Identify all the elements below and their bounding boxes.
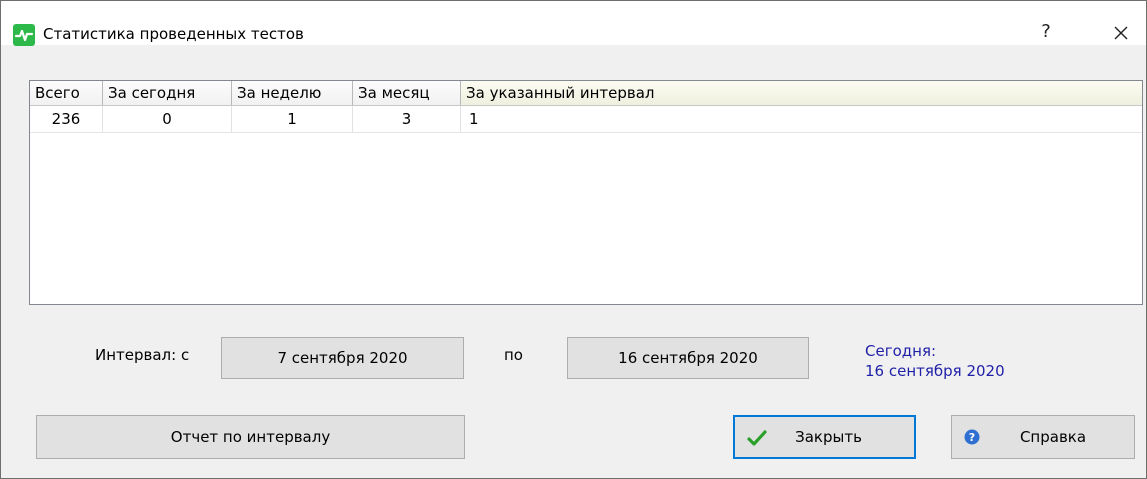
- close-title-button[interactable]: [1101, 17, 1141, 47]
- column-header-total[interactable]: Всего: [30, 81, 103, 105]
- cell-today: 0: [103, 106, 232, 132]
- stats-table[interactable]: Всего За сегодня За неделю За месяц За у…: [29, 80, 1143, 305]
- interval-to-button[interactable]: 16 сентября 2020: [567, 337, 809, 379]
- interval-from-label: Интервал: с: [95, 346, 190, 364]
- column-header-month[interactable]: За месяц: [353, 81, 461, 105]
- today-info: Сегодня: 16 сентября 2020: [865, 341, 1005, 381]
- cell-interval: 1: [469, 110, 479, 128]
- column-header-week[interactable]: За неделю: [232, 81, 353, 105]
- help-button-label: Справка: [1019, 428, 1087, 446]
- window-title: Статистика проведенных тестов: [43, 25, 304, 43]
- cell-total: 236: [30, 106, 103, 132]
- help-title-button[interactable]: ?: [1029, 17, 1063, 47]
- column-header-interval[interactable]: За указанный интервал: [461, 81, 1142, 105]
- today-value: 16 сентября 2020: [865, 362, 1005, 380]
- close-icon: [1114, 26, 1128, 40]
- table-row[interactable]: 236 0 1 3 1: [30, 106, 1142, 133]
- close-button[interactable]: Закрыть: [733, 415, 916, 459]
- interval-to-label: по: [504, 346, 523, 364]
- today-label: Сегодня:: [865, 342, 937, 360]
- close-button-label: Закрыть: [795, 428, 862, 446]
- report-button[interactable]: Отчет по интервалу: [36, 415, 465, 459]
- interval-from-button[interactable]: 7 сентября 2020: [221, 337, 464, 379]
- stats-dialog: Статистика проведенных тестов ? Всего За…: [0, 0, 1147, 479]
- heartbeat-icon: [13, 24, 35, 46]
- cell-month: 3: [353, 106, 461, 132]
- column-header-today[interactable]: За сегодня: [103, 81, 232, 105]
- title-bar[interactable]: Статистика проведенных тестов ?: [1, 1, 1146, 47]
- table-header: Всего За сегодня За неделю За месяц За у…: [30, 81, 1142, 106]
- cell-week: 1: [232, 106, 353, 132]
- help-button[interactable]: ? Справка: [951, 415, 1135, 459]
